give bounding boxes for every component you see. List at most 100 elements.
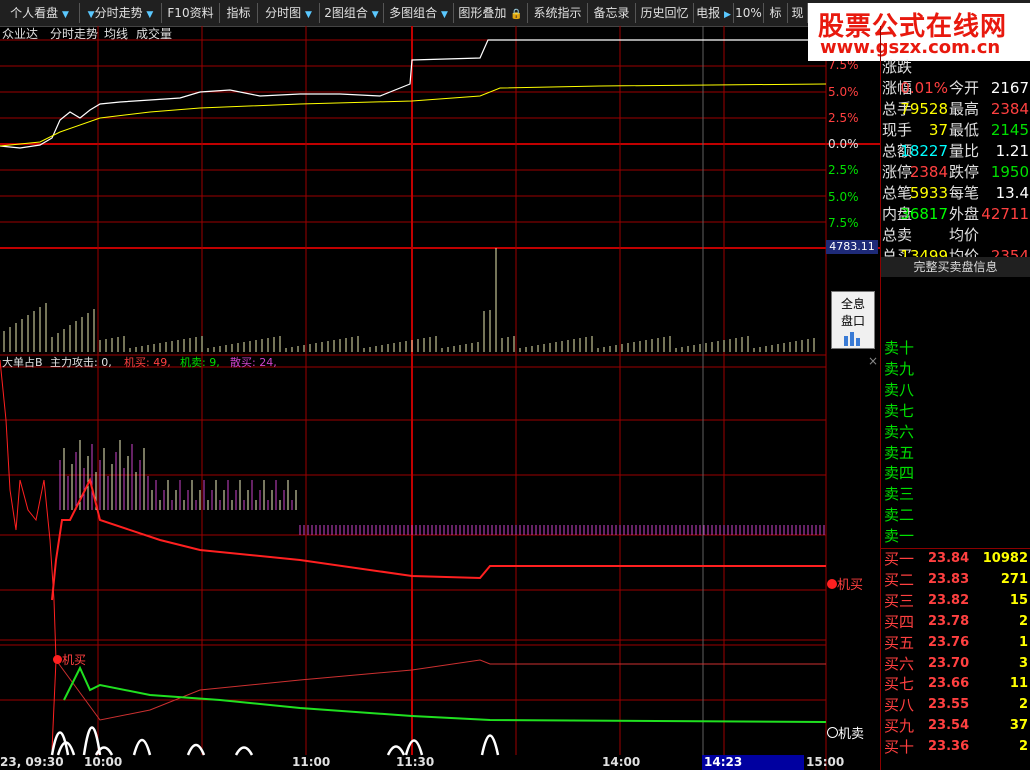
pct-label-zero: 0.0% bbox=[828, 137, 859, 151]
quote-label-l1: 涨停 bbox=[882, 163, 913, 181]
indicator-main-attack: 主力攻击: 0, bbox=[50, 356, 112, 369]
bid-row[interactable]: 买六 23.70 3 bbox=[880, 654, 1030, 675]
ask-row[interactable]: 卖十 bbox=[880, 338, 1030, 359]
bid-row[interactable]: 买一 23.84 10982 bbox=[880, 549, 1030, 570]
ask-row[interactable]: 卖二 bbox=[880, 505, 1030, 526]
bid-volume: 2 bbox=[1018, 739, 1028, 755]
spike-peak bbox=[480, 734, 500, 756]
bid-label: 买六 bbox=[884, 654, 915, 673]
time-1100: 11:00 bbox=[292, 755, 331, 769]
indicator-inst-buy: 机买: 49, bbox=[124, 356, 171, 369]
bid-volume: 2 bbox=[1018, 613, 1028, 629]
pct-label-down-5: 5.0% bbox=[828, 190, 859, 204]
marker-inst-sell-right: 机卖 bbox=[827, 723, 864, 742]
ask-row[interactable]: 卖八 bbox=[880, 380, 1030, 401]
pct-label-down-7.5: 7.5% bbox=[828, 216, 859, 230]
bid-row[interactable]: 买七 23.66 11 bbox=[880, 674, 1030, 695]
quote-label-l2: 最低 bbox=[949, 121, 980, 139]
legend-avg: 均线 bbox=[104, 27, 129, 41]
toolbar-10pct[interactable]: 10% bbox=[734, 3, 764, 23]
toolbar-memo[interactable]: 备忘录 bbox=[588, 3, 636, 23]
bid-label: 买十 bbox=[884, 738, 915, 757]
bid-row[interactable]: 买九 23.54 37 bbox=[880, 716, 1030, 737]
quote-value-v2: 1.21 bbox=[995, 142, 1029, 160]
bid-volume: 1 bbox=[1018, 634, 1028, 650]
time-start: 23, 09:30 bbox=[0, 755, 64, 769]
quote-value-v1: 36817 bbox=[900, 205, 948, 223]
ask-row[interactable]: 卖三 bbox=[880, 484, 1030, 505]
bid-row[interactable]: 买五 23.76 1 bbox=[880, 633, 1030, 654]
chart-grid bbox=[0, 26, 880, 770]
bid-price: 23.82 bbox=[928, 592, 970, 608]
chart-canvas bbox=[0, 26, 880, 770]
toolbar-intraday[interactable]: ▼分时走势 ▼ bbox=[80, 3, 162, 23]
toolbar-personal-view[interactable]: 个人看盘 ▼ bbox=[0, 3, 80, 23]
bid-label: 买八 bbox=[884, 696, 915, 715]
toolbar-current[interactable]: 现 bbox=[788, 3, 808, 23]
bid-row[interactable]: 买三 23.82 15 bbox=[880, 591, 1030, 612]
quote-row: 涨跌 bbox=[881, 57, 1030, 78]
bid-price: 23.78 bbox=[928, 613, 970, 629]
spike-peak bbox=[404, 739, 424, 756]
ask-row[interactable]: 卖四 bbox=[880, 463, 1030, 484]
quote-row: 总手 79528 最高 2384 bbox=[881, 99, 1030, 120]
toolbar-intraday-chart[interactable]: 分时图 ▼ bbox=[258, 3, 320, 23]
quote-row: 总额 18227 量比 1.21 bbox=[881, 141, 1030, 162]
full-orderbook-info-button[interactable]: 完整买卖盘信息 bbox=[881, 257, 1030, 277]
inst-buy-line-early bbox=[0, 359, 57, 751]
bid-price: 23.54 bbox=[928, 718, 970, 734]
red-dot-icon bbox=[53, 655, 62, 664]
indicator-label: 大单占B bbox=[2, 356, 43, 369]
quote-row: 涨停 2384 跌停 1950 bbox=[881, 162, 1030, 183]
quote-value-v1: 2384 bbox=[909, 163, 948, 181]
pct-label-up-5: 5.0% bbox=[828, 85, 859, 99]
bid-row[interactable]: 买二 23.83 271 bbox=[880, 570, 1030, 591]
quote-label-l1: 总卖 bbox=[882, 226, 913, 244]
toolbar-telegram[interactable]: 电报 ▶ bbox=[694, 3, 734, 23]
quote-label-l1: 涨跌 bbox=[882, 58, 913, 76]
legend-volume: 成交量 bbox=[136, 27, 173, 41]
retail-line bbox=[55, 659, 826, 721]
ask-row[interactable]: 卖一 bbox=[880, 526, 1030, 547]
toolbar-history[interactable]: 历史回忆 bbox=[636, 3, 694, 23]
quote-value-v2: 13.4 bbox=[995, 184, 1029, 202]
toolbar-multichart[interactable]: 多图组合 ▼ bbox=[384, 3, 454, 23]
ask-label: 卖九 bbox=[884, 359, 915, 378]
ask-label: 卖二 bbox=[884, 506, 915, 525]
ask-label: 卖三 bbox=[884, 485, 915, 504]
ask-label: 卖六 bbox=[884, 422, 915, 441]
ask-row[interactable]: 卖九 bbox=[880, 359, 1030, 380]
bid-price: 23.66 bbox=[928, 676, 970, 692]
toolbar-indicator[interactable]: 指标 bbox=[220, 3, 258, 23]
pct-label-down-2.5: 2.5% bbox=[828, 163, 859, 177]
quote-row: 涨幅 0.01% 今开 2167 bbox=[881, 78, 1030, 99]
quote-label-l2: 最高 bbox=[949, 100, 980, 118]
indicator-close-icon[interactable]: × bbox=[868, 354, 878, 368]
toolbar-overlay[interactable]: 图形叠加 🔒 bbox=[454, 3, 528, 23]
toolbar-f10[interactable]: F10资料 bbox=[162, 3, 220, 23]
bid-label: 买二 bbox=[884, 570, 915, 589]
bid-label: 买四 bbox=[884, 612, 915, 631]
toolbar-2chart[interactable]: 2图组合 ▼ bbox=[320, 3, 384, 23]
spike-peak bbox=[132, 738, 152, 756]
spike-peak bbox=[234, 746, 254, 756]
toolbar-mark[interactable]: 标 bbox=[764, 3, 788, 23]
spike-peak bbox=[386, 745, 406, 756]
bid-row[interactable]: 买四 23.78 2 bbox=[880, 612, 1030, 633]
bid-row[interactable]: 买八 23.55 2 bbox=[880, 695, 1030, 716]
ask-row[interactable]: 卖七 bbox=[880, 401, 1030, 422]
full-orderbook-button[interactable]: 全息 盘口 bbox=[831, 291, 875, 349]
bid-row[interactable]: 买十 23.36 2 bbox=[880, 737, 1030, 758]
bid-label: 买一 bbox=[884, 550, 915, 568]
bid-price: 23.83 bbox=[928, 571, 970, 587]
ask-row[interactable]: 卖六 bbox=[880, 422, 1030, 443]
ask-row[interactable]: 卖五 bbox=[880, 443, 1030, 464]
quote-value-v1: 37 bbox=[928, 121, 948, 139]
ask-label: 卖五 bbox=[884, 443, 915, 462]
toolbar-system-indicator[interactable]: 系统指示 bbox=[528, 3, 588, 23]
bid-volume: 11 bbox=[1009, 676, 1028, 692]
panel-button-line2: 盘口 bbox=[840, 314, 865, 328]
chart-title: 分时走势 bbox=[50, 27, 99, 41]
bid-label: 买七 bbox=[884, 675, 915, 694]
red-dot-icon bbox=[827, 579, 837, 589]
